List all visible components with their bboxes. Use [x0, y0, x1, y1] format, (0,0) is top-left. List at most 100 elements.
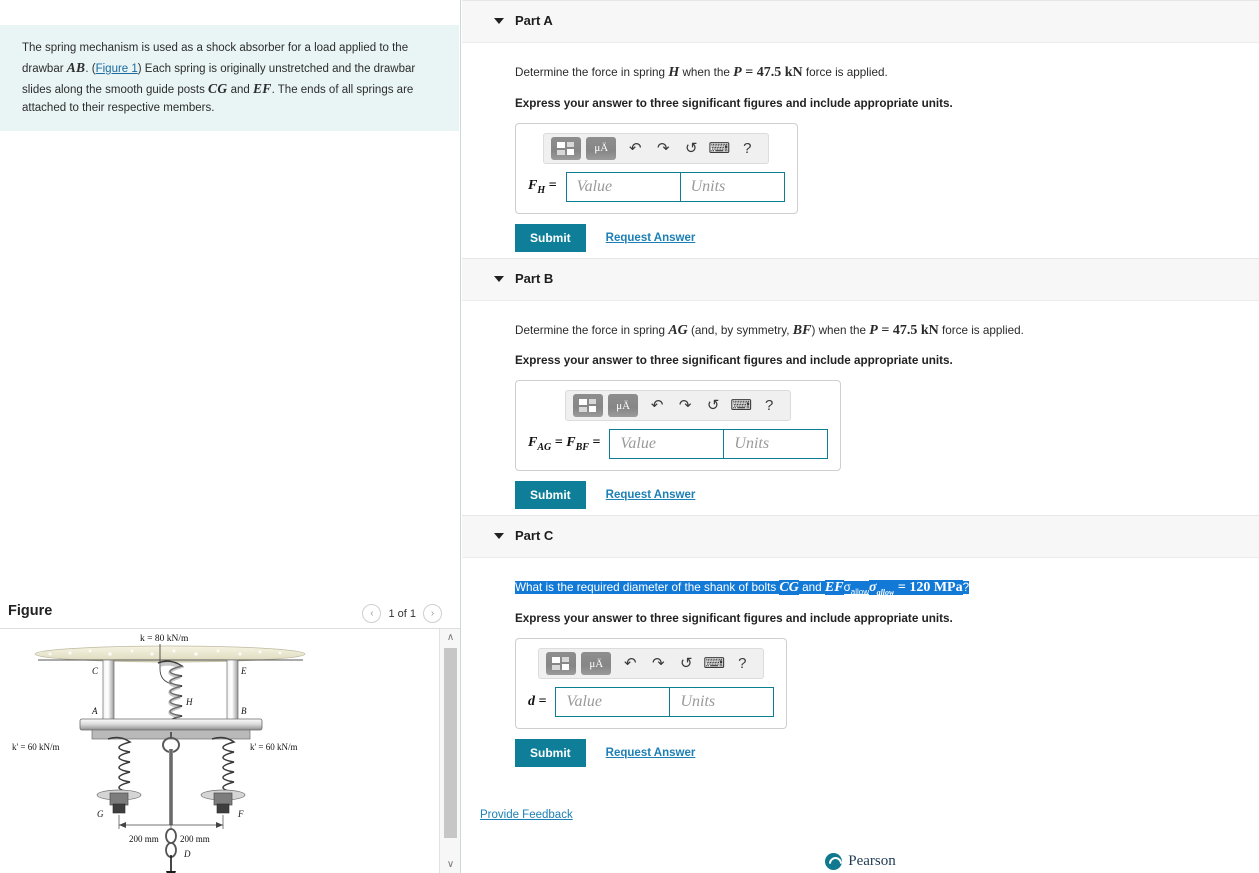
undo-icon[interactable]: ↶	[621, 137, 649, 159]
problem-text-4: and	[227, 83, 253, 96]
svg-text:H: H	[185, 697, 193, 707]
reset-icon[interactable]: ↺	[699, 395, 727, 417]
question-segment: H	[668, 65, 680, 80]
provide-feedback-link[interactable]: Provide Feedback	[480, 809, 573, 821]
svg-text:C: C	[92, 666, 99, 676]
request-answer-link-c[interactable]: Request Answer	[606, 747, 696, 759]
question-segment: AG	[668, 322, 688, 338]
collapse-caret-icon[interactable]	[494, 18, 504, 24]
redo-icon[interactable]: ↷	[644, 653, 672, 675]
answer-variable-label-a: FH =	[528, 177, 557, 196]
redo-icon[interactable]: ↷	[649, 137, 677, 159]
help-icon[interactable]: ?	[733, 137, 761, 159]
problem-text-2: . (	[85, 62, 96, 75]
answer-input-row: FAG = FBF = Value Units	[528, 429, 829, 460]
undo-icon[interactable]: ↶	[643, 395, 671, 417]
toolbar-row: μÄ ↶ ↷ ↺ ⌨?	[528, 390, 828, 429]
answer-actions-a: Submit Request Answer	[515, 223, 1259, 252]
question-segment: (and, by symmetry,	[687, 323, 793, 337]
submit-button-a[interactable]: Submit	[515, 223, 586, 252]
request-answer-link-b[interactable]: Request Answer	[606, 489, 696, 501]
part-body-a: Determine the force in spring H when the…	[462, 43, 1259, 258]
collapse-caret-icon[interactable]	[494, 533, 504, 540]
part-body-c: What is the required diameter of the sha…	[462, 558, 1259, 773]
units-micro-angstrom-icon[interactable]: μÄ	[581, 652, 612, 676]
template-icon[interactable]	[546, 652, 577, 676]
k-top-label: k = 80 kN/m	[140, 634, 189, 644]
toolbar-row: μÄ ↶ ↷ ↺ ⌨?	[528, 648, 774, 687]
answer-value-input-c[interactable]: Value	[555, 687, 671, 718]
figure-diagram: k = 80 kN/m C E A B H k' = 60 kN/m k' = …	[0, 629, 438, 873]
part-label-a: Part A	[515, 13, 553, 28]
request-answer-link-a[interactable]: Request Answer	[606, 232, 696, 244]
answer-variable-label-b: FAG = FBF =	[528, 435, 601, 454]
question-segment: Determine the force in spring	[515, 323, 669, 337]
keyboard-icon[interactable]: ⌨	[727, 395, 755, 417]
answer-value-input-b[interactable]: Value	[609, 429, 725, 460]
figure-pager: ‹ 1 of 1 ›	[362, 604, 442, 623]
question-text-b: Determine the force in spring AG (and, b…	[515, 321, 1259, 341]
pearson-branding: Pearson	[462, 849, 1259, 873]
help-icon[interactable]: ?	[728, 653, 756, 675]
keyboard-icon[interactable]: ⌨	[705, 137, 733, 159]
question-segment: ?	[962, 581, 970, 595]
part-section-a: Part A Determine the force in spring H wh…	[462, 0, 1259, 258]
toolbar-row: μÄ ↶ ↷ ↺ ⌨?	[528, 132, 785, 172]
problem-var-ef: EF	[252, 80, 272, 96]
figure-scroll-thumb[interactable]	[444, 648, 457, 838]
template-icon[interactable]	[551, 136, 582, 160]
pearson-logo-icon	[825, 852, 843, 870]
part-label-b: Part B	[515, 270, 554, 286]
collapse-caret-icon[interactable]	[494, 275, 504, 282]
figure-scroll-down-arrow[interactable]: ∨	[440, 856, 460, 873]
answer-value-input-a[interactable]: Value	[565, 171, 681, 202]
answer-instruction-a: Express your answer to three significant…	[515, 96, 953, 110]
answer-units-input-a[interactable]: Units	[680, 171, 785, 202]
part-header-a[interactable]: Part A	[462, 0, 1259, 43]
redo-icon[interactable]: ↷	[671, 395, 699, 417]
problem-var-ab: AB	[66, 59, 86, 75]
figure-next-button[interactable]: ›	[423, 604, 442, 623]
units-micro-angstrom-icon[interactable]: μÄ	[586, 136, 617, 160]
svg-text:F: F	[237, 809, 244, 819]
part-header-b[interactable]: Part B	[462, 257, 1259, 301]
question-segment: =	[877, 322, 893, 338]
reset-icon[interactable]: ↺	[672, 653, 700, 675]
question-segment: force is applied.	[802, 66, 888, 79]
answer-box-a: μÄ ↶ ↷ ↺ ⌨? FH = Value Units	[515, 122, 798, 214]
help-icon[interactable]: ?	[755, 395, 783, 417]
spring-mechanism-diagram: k = 80 kN/m C E A B H k' = 60 kN/m k' = …	[12, 634, 306, 873]
undo-icon[interactable]: ↶	[616, 653, 644, 675]
reset-icon[interactable]: ↺	[677, 137, 705, 159]
part-header-c[interactable]: Part C	[462, 515, 1259, 559]
question-segment: ) when the	[811, 323, 870, 337]
keyboard-icon[interactable]: ⌨	[700, 653, 728, 675]
submit-button-c[interactable]: Submit	[515, 739, 586, 768]
units-micro-angstrom-icon[interactable]: μÄ	[608, 394, 639, 418]
question-segment: and	[798, 581, 825, 595]
answer-toolbar: μÄ ↶ ↷ ↺ ⌨?	[543, 132, 770, 164]
figure-prev-button[interactable]: ‹	[362, 604, 382, 623]
answer-input-row: d = Value Units	[528, 687, 775, 718]
figure-scroll-up-arrow[interactable]: ∧	[440, 629, 460, 646]
answer-units-input-b[interactable]: Units	[724, 429, 829, 460]
question-segment: =	[894, 580, 910, 596]
svg-text:k' = 60 kN/m: k' = 60 kN/m	[12, 742, 59, 752]
left-panel: The spring mechanism is used as a shock …	[0, 0, 461, 873]
template-icon[interactable]	[573, 394, 604, 418]
question-segment: BF	[792, 322, 812, 338]
figure-scrollbar[interactable]: ∧ ∨	[439, 629, 460, 873]
submit-button-b[interactable]: Submit	[515, 481, 586, 510]
answer-units-input-c[interactable]: Units	[670, 687, 775, 718]
answer-instruction-c: Express your answer to three significant…	[515, 612, 953, 626]
figure-1-link[interactable]: Figure 1	[96, 63, 138, 75]
question-segment: CG	[779, 580, 799, 596]
question-segment: What is the required diameter of the sha…	[515, 581, 780, 595]
question-segment: =	[741, 65, 757, 80]
answer-input-row: FH = Value Units	[528, 171, 785, 202]
answer-instruction-b: Express your answer to three significant…	[515, 354, 953, 368]
part-section-c: Part C What is the required diameter of t…	[462, 515, 1259, 773]
answer-toolbar: μÄ ↶ ↷ ↺ ⌨?	[565, 390, 792, 422]
part-body-b: Determine the force in spring AG (and, b…	[462, 301, 1259, 516]
answer-box-c: μÄ ↶ ↷ ↺ ⌨? d = Value Units	[515, 638, 788, 730]
